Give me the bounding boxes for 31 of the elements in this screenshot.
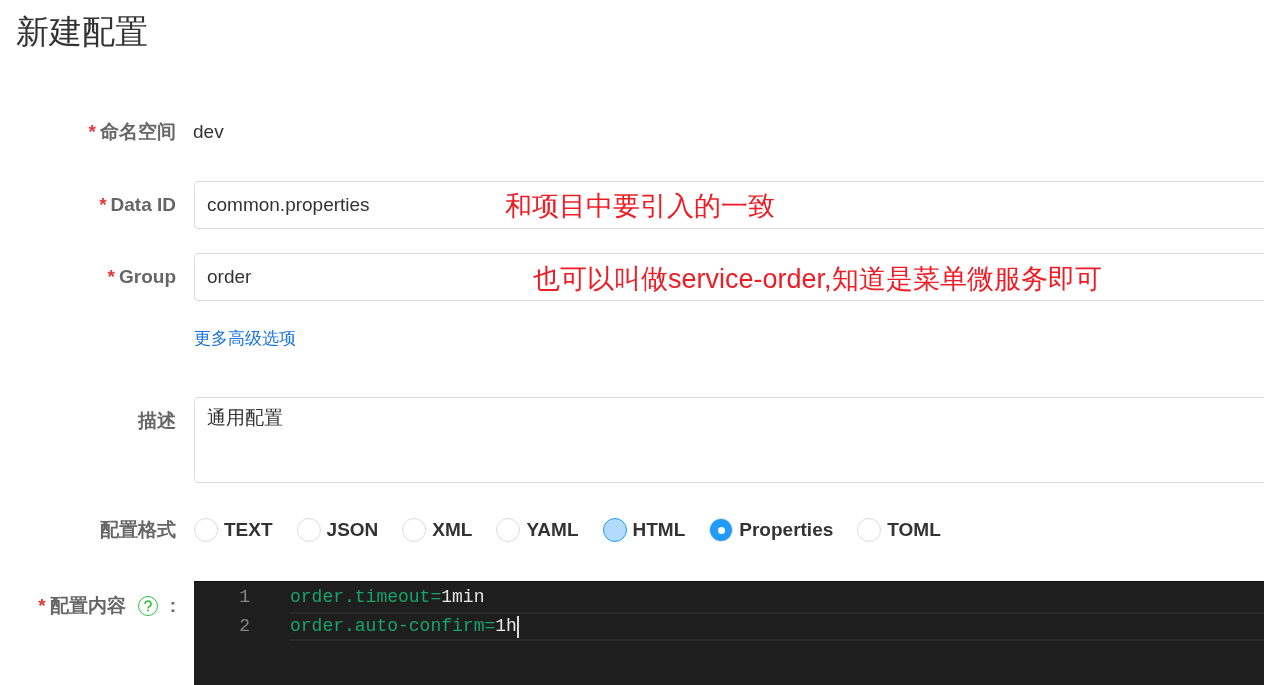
required-asterisk: * xyxy=(38,593,46,618)
field-value: dev xyxy=(193,120,224,144)
text-cursor xyxy=(516,615,519,638)
radio-label[interactable]: Properties xyxy=(739,515,834,545)
radio-button[interactable] xyxy=(602,518,627,542)
required-asterisk: * xyxy=(99,192,107,217)
field-label: 命名空间 xyxy=(100,119,176,144)
required-asterisk: * xyxy=(88,119,96,144)
radio-label[interactable]: XML xyxy=(432,515,473,545)
field-label: 描述 xyxy=(138,408,176,433)
radio-label[interactable]: TEXT xyxy=(224,515,273,545)
code-line: order.timeout=1min xyxy=(290,586,486,609)
annotation-text: 和项目中要引入的一致 xyxy=(505,190,775,223)
text-area[interactable]: 通用配置 xyxy=(194,397,1264,483)
code-editor[interactable]: 1 order.timeout=1min 2 order.auto-confirm=1h xyxy=(194,581,1264,685)
field-label: Group xyxy=(119,264,176,289)
advanced-options-link[interactable]: 更多高级选项 xyxy=(194,328,296,350)
line-number: 2 xyxy=(238,615,250,638)
radio-label[interactable]: JSON xyxy=(326,515,379,545)
colon-text: : xyxy=(169,593,176,618)
field-label: 配置内容 xyxy=(49,593,126,618)
radio-label[interactable]: TOML xyxy=(887,515,941,545)
code-line: order.auto-confirm=1h xyxy=(290,612,1264,641)
radio-label[interactable]: HTML xyxy=(632,515,686,545)
annotation-text: 也可以叫做service-order,知道是菜单微服务即可 xyxy=(533,263,1102,296)
field-label: 配置格式 xyxy=(100,517,176,542)
field-label: Data ID xyxy=(110,192,176,217)
radio-label[interactable]: YAML xyxy=(526,515,579,545)
required-asterisk: * xyxy=(107,264,115,289)
line-number: 1 xyxy=(238,586,250,609)
page-title: 新建配置 xyxy=(16,12,148,52)
